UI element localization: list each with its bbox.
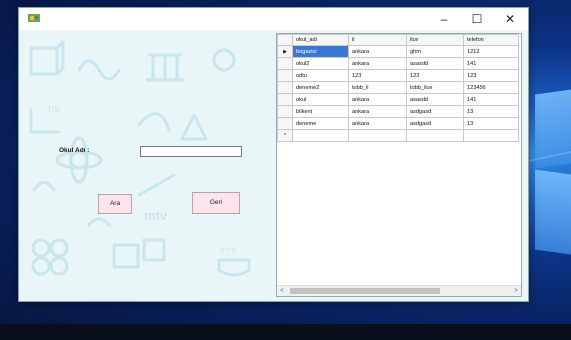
row-header[interactable] — [277, 93, 293, 106]
grid-cell[interactable]: asdgasd — [406, 117, 464, 130]
close-button[interactable]: ✕ — [493, 8, 527, 30]
table-row[interactable]: deneme2 tobb_il tobb_ilce 123456 — [277, 81, 519, 94]
grid-cell-selected[interactable]: bogazici — [292, 45, 349, 58]
grid-cell[interactable]: 123456 — [463, 81, 519, 94]
grid-cell[interactable]: ankara — [348, 93, 407, 106]
table-row[interactable]: bilkent ankara asdgasd 13 — [277, 105, 519, 118]
grid-cell[interactable]: ankara — [348, 57, 407, 70]
app-icon — [28, 14, 40, 22]
svg-text:100: 100 — [47, 104, 61, 114]
grid-cell[interactable]: ghm — [406, 45, 464, 58]
grid-cell[interactable]: odtu — [292, 69, 349, 82]
row-header[interactable] — [277, 69, 293, 82]
grid-cell[interactable]: 141 — [463, 57, 519, 70]
grid-cell[interactable]: okul2 — [292, 57, 349, 70]
scrollbar-thumb[interactable] — [290, 288, 440, 294]
row-header[interactable] — [277, 81, 293, 94]
grid-cell[interactable]: 13 — [463, 105, 519, 118]
grid-cell[interactable]: okul — [292, 93, 349, 106]
grid-corner-cell[interactable] — [277, 34, 293, 46]
wallpaper-logo-pane — [535, 169, 571, 255]
table-row[interactable]: okul2 ankara asasdd 141 — [277, 57, 519, 70]
grid-cell[interactable]: ankara — [348, 105, 407, 118]
row-header[interactable] — [277, 105, 293, 118]
app-window: 100 mtv ??? – ☐ ✕ Okul Adı : Ara Geri ok… — [19, 8, 528, 301]
grid-cell[interactable]: 1212 — [463, 45, 519, 58]
grid-cell[interactable]: tobb_il — [348, 81, 407, 94]
minimize-button[interactable]: – — [427, 8, 461, 30]
title-bar: – ☐ ✕ — [19, 8, 528, 30]
grid-cell[interactable]: bilkent — [292, 105, 349, 118]
row-header[interactable] — [277, 117, 293, 130]
svg-text:mtv: mtv — [144, 208, 168, 223]
grid-cell[interactable]: asdgasd — [406, 105, 464, 118]
grid-cell[interactable] — [348, 129, 407, 142]
grid-cell[interactable]: ankara — [348, 45, 407, 58]
grid-cell[interactable] — [463, 129, 519, 142]
grid-cell[interactable]: 13 — [463, 117, 519, 130]
column-header[interactable]: ilce — [406, 34, 464, 46]
column-header[interactable]: telefon — [463, 34, 519, 46]
grid-cell[interactable]: deneme — [292, 117, 349, 130]
table-row[interactable]: okul ankara asasdd 141 — [277, 93, 519, 106]
data-grid[interactable]: okul_adi il ilce telefon ▶ bogazici anka… — [276, 33, 522, 297]
grid-cell[interactable]: ankara — [348, 117, 407, 130]
grid-cell[interactable]: 141 — [463, 93, 519, 106]
grid-cell[interactable]: asasdd — [406, 93, 464, 106]
table-row[interactable]: odtu 123 123 123 — [277, 69, 519, 82]
geri-button[interactable]: Geri — [192, 192, 240, 214]
table-row[interactable]: ▶ bogazici ankara ghm 1212 — [277, 45, 519, 58]
okul-adi-label: Okul Adı : — [59, 147, 90, 154]
maximize-button[interactable]: ☐ — [460, 8, 494, 30]
column-header[interactable]: okul_adi — [292, 34, 349, 46]
table-row[interactable]: deneme ankara asdgasd 13 — [277, 117, 519, 130]
column-header[interactable]: il — [348, 34, 407, 46]
horizontal-scrollbar[interactable]: < > — [277, 285, 521, 296]
scroll-left-icon[interactable]: < — [277, 286, 287, 296]
okul-adi-input[interactable] — [140, 146, 242, 157]
current-row-marker-icon[interactable]: ▶ — [277, 45, 293, 58]
ara-button[interactable]: Ara — [98, 194, 132, 214]
grid-cell[interactable]: asasdd — [406, 57, 464, 70]
scroll-right-icon[interactable]: > — [511, 286, 521, 296]
taskbar — [0, 324, 571, 340]
grid-cell[interactable]: 123 — [348, 69, 407, 82]
new-row-marker-icon[interactable]: * — [277, 129, 293, 142]
grid-cell[interactable]: 123 — [406, 69, 464, 82]
grid-cell[interactable] — [406, 129, 464, 142]
svg-text:???: ??? — [219, 247, 236, 258]
grid-header-row: okul_adi il ilce telefon — [277, 34, 519, 46]
new-row[interactable]: * — [277, 129, 519, 142]
row-header[interactable] — [277, 57, 293, 70]
grid-cell[interactable]: tobb_ilce — [406, 81, 464, 94]
grid-cell[interactable] — [292, 129, 349, 142]
grid-table: okul_adi il ilce telefon ▶ bogazici anka… — [277, 34, 519, 142]
grid-cell[interactable]: deneme2 — [292, 81, 349, 94]
grid-cell[interactable]: 123 — [463, 69, 519, 82]
